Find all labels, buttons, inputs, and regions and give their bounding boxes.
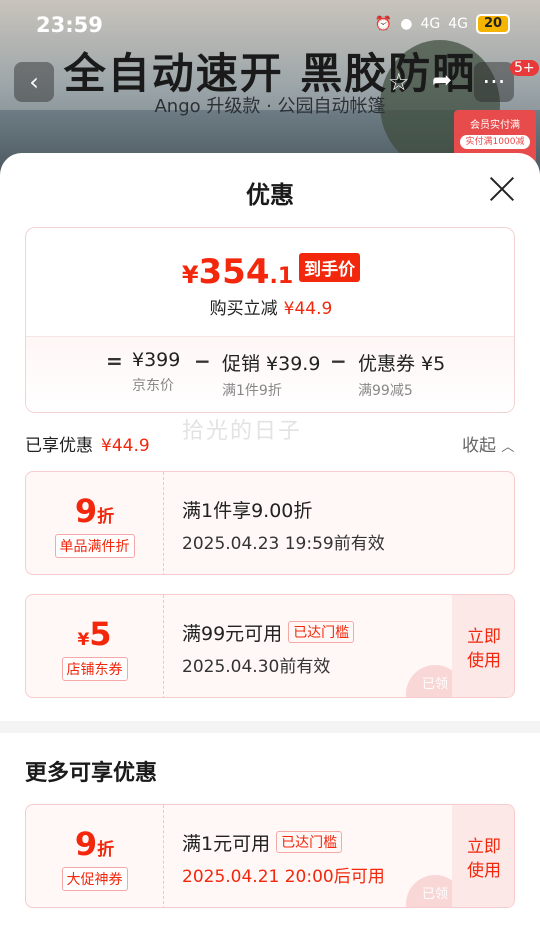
back-button[interactable]: ‹ xyxy=(14,62,54,102)
coupon-card-promo: 9折 大促神券 满1元可用 已达门槛 2025.04.21 20:00后可用 已领… xyxy=(25,804,515,908)
use-now-button[interactable]: 立即 使用 xyxy=(452,595,514,697)
alarm-icon: ⏰ xyxy=(374,16,393,32)
final-price: ¥354.1 到手价 xyxy=(26,252,514,292)
threshold-badge: 已达门槛 xyxy=(288,621,355,643)
signal-icon-2: 4G xyxy=(448,16,468,32)
section-divider xyxy=(0,721,540,733)
coupon-amount-value: 9 xyxy=(74,492,98,530)
coupon-date: 2025.04.30前有效 xyxy=(182,657,331,677)
instant-discount-label: 购买立减 xyxy=(209,299,278,319)
close-icon[interactable] xyxy=(486,173,518,205)
coupon-body: 满1件享9.00折 2025.04.23 19:59前有效 xyxy=(182,496,385,554)
coupon-value: 优惠券 ¥5 xyxy=(358,353,446,375)
coupon-title: 满99元可用 xyxy=(182,623,283,645)
list-price-label: 京东价 xyxy=(132,378,174,394)
coupon-date: 2025.04.23 19:59前有效 xyxy=(182,534,385,554)
enjoyed-value: ¥44.9 xyxy=(101,436,150,456)
more-discounts-title: 更多可享优惠 xyxy=(25,761,158,786)
equals-sign: = xyxy=(106,349,123,373)
coupon-amount-value: 5 xyxy=(89,615,112,653)
enjoyed-label: 已享优惠 xyxy=(25,436,93,456)
price-integer: 354 xyxy=(198,252,270,292)
share-icon[interactable]: ➦ xyxy=(432,66,452,94)
signal-icon: 4G xyxy=(420,16,441,32)
coupon-amount-unit: 折 xyxy=(97,507,115,527)
breakdown-item-list-price: ¥399 京东价 xyxy=(132,349,180,395)
coupon-title: 满1元可用 xyxy=(182,833,271,855)
ellipsis-icon: ··· xyxy=(482,68,506,96)
coupon-left: 9折 单品满件折 xyxy=(26,472,164,574)
use-now-line1: 立即 xyxy=(467,837,501,857)
coupon-left: 9折 大促神券 xyxy=(26,805,164,907)
coupon-title: 满1件享9.00折 xyxy=(182,500,313,522)
coupon-amount-value: 9 xyxy=(74,825,98,863)
watermark: 拾光的日子 xyxy=(182,419,303,444)
promotion-value: 促销 ¥39.9 xyxy=(222,353,321,375)
threshold-badge: 已达门槛 xyxy=(276,831,343,853)
status-icons: ⏰ ● 4G 4G 20 xyxy=(375,14,510,34)
status-time: 23:59 xyxy=(36,13,103,37)
chevron-left-icon: ‹ xyxy=(29,68,39,96)
coupon-left: ¥5 店铺东券 xyxy=(26,595,164,697)
message-count-badge: 5+ xyxy=(510,60,539,76)
enjoyed-discount: 已享优惠 ¥44.9 xyxy=(25,431,150,456)
coupon-card-discount: 9折 单品满件折 满1件享9.00折 2025.04.23 19:59前有效 xyxy=(25,471,515,575)
status-bar: 23:59 ⏰ ● 4G 4G 20 xyxy=(0,0,540,50)
use-now-button[interactable]: 立即 使用 xyxy=(452,805,514,907)
use-now-line2: 使用 xyxy=(467,861,501,881)
minus-sign: − xyxy=(194,349,211,373)
price-breakdown: = ¥399 京东价 − 促销 ¥39.9 满1件9折 − 优惠券 ¥5 满99… xyxy=(26,336,514,412)
coupon-label: 满99减5 xyxy=(358,383,413,399)
chevron-up-icon: ︿ xyxy=(501,440,515,455)
price-decimal: .1 xyxy=(269,264,294,289)
list-price-value: ¥399 xyxy=(132,349,181,371)
currency-symbol: ¥ xyxy=(181,261,199,289)
coupon-body: 满99元可用 已达门槛 2025.04.30前有效 xyxy=(182,619,355,677)
location-icon: ● xyxy=(400,16,413,32)
coupon-tag: 店铺东券 xyxy=(61,657,128,681)
favorite-star-icon[interactable]: ☆ xyxy=(388,68,410,96)
coupon-tag: 单品满件折 xyxy=(54,534,135,558)
coupon-tag: 大促神券 xyxy=(61,867,128,891)
use-now-line2: 使用 xyxy=(467,651,501,671)
coupon-amount: 9折 xyxy=(26,492,163,530)
collapse-button[interactable]: 收起 ︿ xyxy=(462,431,514,456)
side-card-text: 会员实付满 xyxy=(470,120,520,131)
collapse-label: 收起 xyxy=(462,436,496,456)
final-price-tag: 到手价 xyxy=(299,253,361,282)
coupon-title-row: 满99元可用 已达门槛 xyxy=(182,619,355,646)
instant-discount-value: ¥44.9 xyxy=(283,299,333,319)
discount-sheet: 优惠 ¥354.1 到手价 购买立减 ¥44.9 = ¥399 京东价 − 促销 ¥… xyxy=(0,153,540,925)
promotion-label: 满1件9折 xyxy=(222,383,282,399)
coupon-amount-unit: 折 xyxy=(97,840,115,860)
minus-sign-2: − xyxy=(330,349,347,373)
coupon-currency: ¥ xyxy=(77,630,90,650)
coupon-body: 满1元可用 已达门槛 2025.04.21 20:00后可用 xyxy=(182,829,385,887)
use-now-line1: 立即 xyxy=(467,627,501,647)
side-card-pill: 实付满1000减 xyxy=(460,135,530,149)
coupon-card-store: ¥5 店铺东券 满99元可用 已达门槛 2025.04.30前有效 已领 立即 使… xyxy=(25,594,515,698)
sheet-title: 优惠 xyxy=(246,181,294,209)
breakdown-item-promotion: 促销 ¥39.9 满1件9折 xyxy=(222,349,320,400)
coupon-amount: 9折 xyxy=(26,825,163,863)
battery-icon: 20 xyxy=(476,14,510,34)
breakdown-item-coupon: 优惠券 ¥5 满99减5 xyxy=(358,349,445,400)
more-button[interactable]: ··· xyxy=(474,62,514,102)
price-summary-card: ¥354.1 到手价 购买立减 ¥44.9 = ¥399 京东价 − 促销 ¥39.… xyxy=(25,227,515,413)
instant-discount: 购买立减 ¥44.9 xyxy=(26,294,514,319)
coupon-date: 2025.04.21 20:00后可用 xyxy=(182,867,385,887)
coupon-amount: ¥5 xyxy=(26,615,163,653)
coupon-title-row: 满1元可用 已达门槛 xyxy=(182,829,385,856)
